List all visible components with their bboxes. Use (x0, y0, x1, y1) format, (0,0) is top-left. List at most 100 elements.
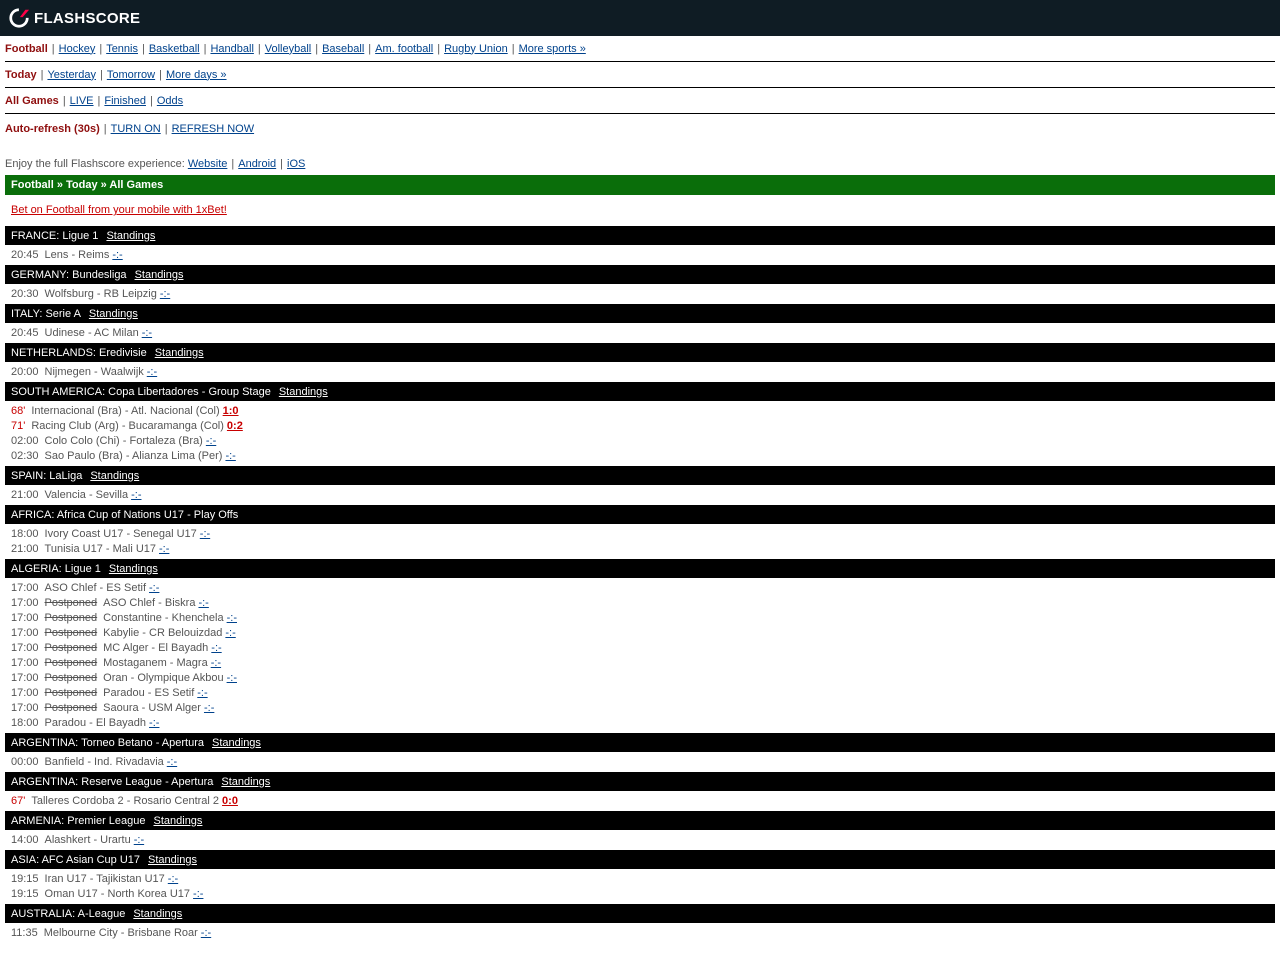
match-score-link[interactable]: -:- (201, 927, 211, 939)
match-score-link[interactable]: 1:0 (223, 405, 239, 417)
match-list: 11:35 Melbourne City - Brisbane Roar -:- (5, 923, 1275, 942)
sport-tab-baseball[interactable]: Baseball (322, 43, 364, 55)
match-score-link[interactable]: -:- (112, 249, 122, 261)
nav-separator: | (203, 42, 207, 55)
match-score-link[interactable]: -:- (134, 834, 144, 846)
bet-promo-link[interactable]: Bet on Football from your mobile with 1x… (11, 204, 227, 216)
website-link[interactable]: Website (188, 158, 228, 170)
standings-link[interactable]: Standings (89, 308, 138, 320)
filter-tab-odds[interactable]: Odds (157, 95, 183, 107)
filter-tab-finished[interactable]: Finished (104, 95, 146, 107)
standings-link[interactable]: Standings (221, 776, 270, 788)
match-score-link[interactable]: -:- (147, 366, 157, 378)
filter-tab-all-games[interactable]: All Games (5, 95, 59, 107)
match-row: 02:00 Colo Colo (Chi) - Fortaleza (Bra) -:… (11, 433, 1275, 448)
match-score-link[interactable]: 0:2 (227, 420, 243, 432)
match-score-link[interactable]: -:- (227, 612, 237, 624)
match-row: 67' Talleres Cordoba 2 - Rosario Central … (11, 793, 1275, 808)
match-score-link[interactable]: -:- (227, 672, 237, 684)
sport-tab-volleyball[interactable]: Volleyball (265, 43, 311, 55)
match-score-link[interactable]: -:- (206, 435, 216, 447)
match-score-link[interactable]: -:- (160, 288, 170, 300)
match-score-link[interactable]: -:- (211, 657, 221, 669)
standings-link[interactable]: Standings (133, 908, 182, 920)
standings-link[interactable]: Standings (155, 347, 204, 359)
league-name: NETHERLANDS: Eredivisie (11, 346, 147, 359)
match-status: Postponed (44, 656, 98, 669)
match-time: 11:35 (11, 926, 38, 939)
nav-separator: | (368, 42, 372, 55)
standings-link[interactable]: Standings (90, 470, 139, 482)
match-score-link[interactable]: -:- (204, 702, 214, 714)
match-row: 20:30 Wolfsburg - RB Leipzig -:- (11, 286, 1275, 301)
day-tab-today[interactable]: Today (5, 69, 37, 81)
league-header: ALGERIA: Ligue 1 Standings (5, 559, 1275, 578)
match-teams: Racing Club (Arg) - Bucaramanga (Col) (31, 419, 224, 432)
match-row: 19:15 Iran U17 - Tajikistan U17 -:- (11, 871, 1275, 886)
turn-on-link[interactable]: TURN ON (111, 123, 161, 135)
league-name: ARGENTINA: Torneo Betano - Apertura (11, 736, 204, 749)
match-score-link[interactable]: -:- (167, 756, 177, 768)
match-status: Postponed (44, 611, 98, 624)
match-time: 02:00 (11, 434, 39, 447)
match-score-link[interactable]: -:- (149, 717, 159, 729)
sport-tab-basketball[interactable]: Basketball (149, 43, 200, 55)
sport-tab-rugby-union[interactable]: Rugby Union (444, 43, 508, 55)
flashscore-logo-icon (9, 8, 30, 28)
standings-link[interactable]: Standings (212, 737, 261, 749)
android-link[interactable]: Android (238, 158, 276, 170)
sport-tab-am-football[interactable]: Am. football (375, 43, 433, 55)
flashscore-logo[interactable]: FLASHSCORE (8, 7, 140, 29)
match-score-link[interactable]: -:- (193, 888, 203, 900)
standings-link[interactable]: Standings (109, 563, 158, 575)
filter-tab-live[interactable]: LIVE (70, 95, 94, 107)
standings-link[interactable]: Standings (135, 269, 184, 281)
refresh-now-link[interactable]: REFRESH NOW (172, 123, 255, 135)
league-header: SOUTH AMERICA: Copa Libertadores - Group… (5, 382, 1275, 401)
match-score-link[interactable]: -:- (211, 642, 221, 654)
days-nav: Today | Yesterday | Tomorrow | More days » (5, 62, 1275, 88)
match-row: 14:00 Alashkert - Urartu -:- (11, 832, 1275, 847)
match-score-link[interactable]: -:- (142, 327, 152, 339)
match-time: 14:00 (11, 833, 39, 846)
match-row: 00:00 Banfield - Ind. Rivadavia -:- (11, 754, 1275, 769)
match-time: 17:00 (11, 656, 39, 669)
standings-link[interactable]: Standings (154, 815, 203, 827)
match-teams: Tunisia U17 - Mali U17 (44, 542, 156, 555)
sport-tab-more-sports[interactable]: More sports » (519, 43, 586, 55)
match-time: 21:00 (11, 542, 39, 555)
day-tab-more-days[interactable]: More days » (166, 69, 227, 81)
ios-link[interactable]: iOS (287, 158, 305, 170)
sport-tab-hockey[interactable]: Hockey (59, 43, 96, 55)
league-header: GERMANY: Bundesliga Standings (5, 265, 1275, 284)
match-score-link[interactable]: -:- (200, 528, 210, 540)
match-teams: Internacional (Bra) - Atl. Nacional (Col… (31, 404, 220, 417)
standings-link[interactable]: Standings (279, 386, 328, 398)
live-minute: 67' (11, 794, 26, 807)
sport-tab-handball[interactable]: Handball (210, 43, 253, 55)
league-name: FRANCE: Ligue 1 (11, 229, 99, 242)
match-score-link[interactable]: -:- (149, 582, 159, 594)
match-score-link[interactable]: -:- (168, 873, 178, 885)
match-teams: Constantine - Khenchela (103, 611, 224, 624)
match-teams: Banfield - Ind. Rivadavia (44, 755, 164, 768)
sport-tab-football[interactable]: Football (5, 43, 48, 55)
day-tab-yesterday[interactable]: Yesterday (47, 69, 96, 81)
match-score-link[interactable]: -:- (159, 543, 169, 555)
match-row: 18:00 Paradou - El Bayadh -:- (11, 715, 1275, 730)
match-score-link[interactable]: -:- (131, 489, 141, 501)
day-tab-tomorrow[interactable]: Tomorrow (107, 69, 155, 81)
match-score-link[interactable]: -:- (225, 450, 235, 462)
match-score-link[interactable]: -:- (197, 687, 207, 699)
standings-link[interactable]: Standings (106, 230, 155, 242)
match-row: 18:00 Ivory Coast U17 - Senegal U17 -:- (11, 526, 1275, 541)
match-score-link[interactable]: 0:0 (222, 795, 238, 807)
sport-tab-tennis[interactable]: Tennis (106, 43, 138, 55)
match-row: 17:00 Postponed ASO Chlef - Biskra -:- (11, 595, 1275, 610)
match-score-link[interactable]: -:- (198, 597, 208, 609)
league-header: AFRICA: Africa Cup of Nations U17 - Play… (5, 505, 1275, 524)
standings-link[interactable]: Standings (148, 854, 197, 866)
match-list: 21:00 Valencia - Sevilla -:- (5, 485, 1275, 504)
match-list: 14:00 Alashkert - Urartu -:- (5, 830, 1275, 849)
match-score-link[interactable]: -:- (225, 627, 235, 639)
